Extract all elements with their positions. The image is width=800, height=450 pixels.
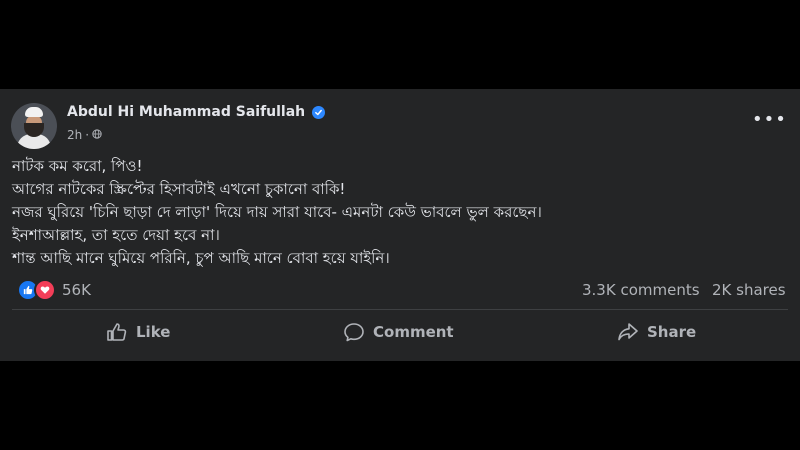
share-label: Share	[647, 323, 697, 341]
meta-separator: ·	[85, 128, 90, 142]
comments-count[interactable]: 3.3K comments	[582, 281, 700, 299]
more-options-button[interactable]: •••	[752, 111, 787, 129]
comment-label: Comment	[373, 323, 454, 341]
post-line: নাটক কম করো, পিও!	[12, 157, 143, 175]
avatar-cap	[25, 107, 43, 117]
post-card: Abdul Hi Muhammad Saifullah 2h · ••• নাট…	[0, 89, 800, 361]
divider	[12, 309, 788, 310]
like-button[interactable]: Like	[106, 321, 170, 343]
like-icon	[106, 322, 128, 342]
heart-icon	[34, 279, 56, 301]
post-time[interactable]: 2h	[67, 128, 82, 142]
post-line: ইনশাআল্লাহ, তা হতে দেয়া হবে না।	[12, 226, 220, 244]
post-line: আগের নাটকের স্ক্রিপ্টের হিসাবটাই এখনো চু…	[12, 180, 346, 198]
comment-button[interactable]: Comment	[343, 321, 454, 343]
author-name[interactable]: Abdul Hi Muhammad Saifullah	[67, 104, 305, 120]
share-icon	[617, 322, 639, 342]
post-line: নজর ঘুরিয়ে 'চিনি ছাড়া দে লাড়া' দিয়ে …	[12, 203, 542, 221]
globe-icon[interactable]	[92, 128, 102, 142]
reaction-count[interactable]: 56K	[62, 281, 91, 299]
post-line: শান্ত আছি মানে ঘুমিয়ে পরিনি, চুপ আছি মা…	[12, 249, 390, 267]
avatar[interactable]	[11, 103, 57, 149]
share-button[interactable]: Share	[617, 321, 696, 343]
shares-count[interactable]: 2K shares	[712, 281, 786, 299]
verified-badge-icon	[312, 106, 325, 119]
comment-icon	[343, 322, 365, 342]
post-text: নাটক কম করো, পিও! আগের নাটকের স্ক্রিপ্টে…	[12, 155, 542, 270]
like-label: Like	[136, 323, 171, 341]
post-meta: 2h ·	[67, 128, 102, 142]
reaction-icons[interactable]	[17, 279, 56, 301]
